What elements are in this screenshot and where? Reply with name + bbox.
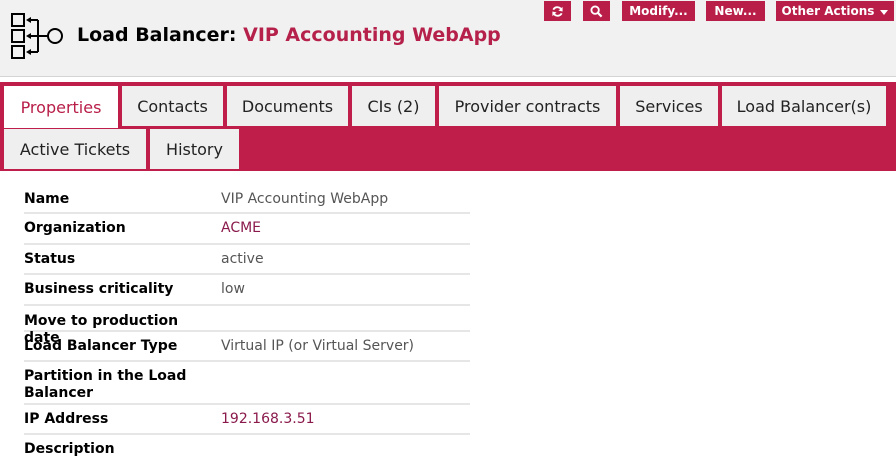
property-row: Partition in the Load Balancer — [24, 362, 470, 405]
other-actions-label: Other Actions — [781, 4, 875, 18]
tab-active-tickets[interactable]: Active Tickets — [4, 129, 146, 169]
tab-cis[interactable]: CIs (2) — [352, 86, 435, 126]
tab-bar: Properties Contacts Documents CIs (2) Pr… — [0, 82, 896, 171]
property-row: Name VIP Accounting WebApp — [24, 184, 470, 214]
property-row: Organization ACME — [24, 214, 470, 245]
property-value: Virtual IP (or Virtual Server) — [221, 338, 415, 354]
refresh-icon — [552, 5, 563, 17]
caret-down-icon — [880, 9, 889, 15]
property-label: Load Balancer Type — [24, 338, 178, 354]
page-title: Load Balancer: VIP Accounting WebApp — [77, 24, 501, 46]
other-actions-button[interactable]: Other Actions — [776, 1, 894, 21]
property-value: active — [221, 251, 264, 267]
tab-services[interactable]: Services — [620, 86, 718, 126]
object-class-label: Load Balancer: — [77, 24, 237, 46]
property-label: Description — [24, 441, 115, 457]
tab-history[interactable]: History — [150, 129, 239, 169]
tab-load-balancers[interactable]: Load Balancer(s) — [722, 86, 886, 126]
property-row: Load Balancer Type Virtual IP (or Virtua… — [24, 332, 470, 362]
property-row: Status active — [24, 245, 470, 275]
property-label: Name — [24, 191, 70, 207]
modify-button[interactable]: Modify... — [622, 1, 695, 21]
tab-properties[interactable]: Properties — [4, 86, 118, 128]
property-label: Status — [24, 251, 76, 267]
refresh-button[interactable] — [544, 1, 571, 21]
property-value: 192.168.3.51 — [221, 411, 315, 427]
tab-provider-contracts[interactable]: Provider contracts — [439, 86, 616, 126]
property-row: Business criticality low — [24, 275, 470, 306]
property-row: IP Address 192.168.3.51 — [24, 405, 470, 435]
property-value: VIP Accounting WebApp — [221, 191, 389, 207]
tab-contacts[interactable]: Contacts — [122, 86, 223, 126]
object-name: VIP Accounting WebApp — [243, 24, 501, 46]
tab-documents[interactable]: Documents — [227, 86, 348, 126]
new-button[interactable]: New... — [706, 1, 765, 21]
property-label: IP Address — [24, 411, 109, 427]
load-balancer-icon — [11, 13, 63, 59]
property-label: Partition in the Load Balancer — [24, 368, 187, 401]
property-label: Organization — [24, 220, 126, 236]
property-value: low — [221, 281, 245, 297]
property-row: Move to production date — [24, 306, 470, 346]
property-label: Business criticality — [24, 281, 174, 297]
organization-link[interactable]: ACME — [221, 220, 261, 237]
search-button[interactable] — [583, 1, 610, 21]
properties-table: Name VIP Accounting WebApp Organization … — [24, 184, 470, 465]
property-row: Description — [24, 435, 470, 465]
search-icon — [590, 4, 603, 17]
